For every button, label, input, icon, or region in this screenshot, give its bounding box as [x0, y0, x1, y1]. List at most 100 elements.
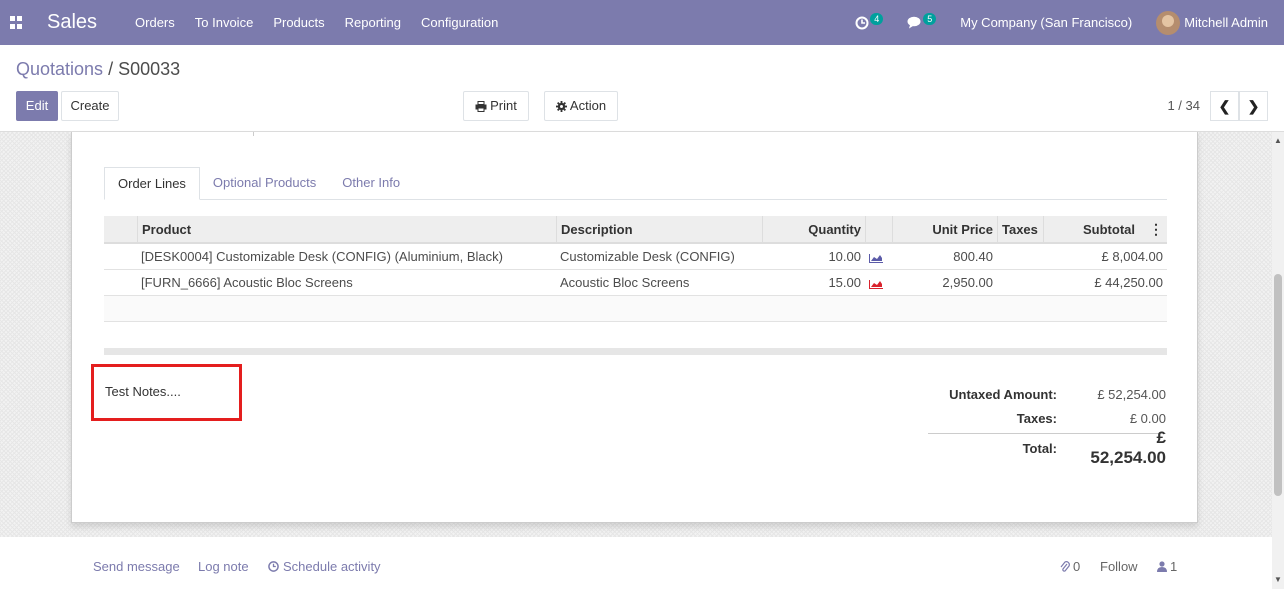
- taxes-label: Taxes:: [1016, 410, 1057, 426]
- tab-order-lines[interactable]: Order Lines: [104, 167, 200, 200]
- apps-menu-icon[interactable]: [10, 15, 24, 30]
- row-forecast[interactable]: [865, 270, 892, 295]
- column-product[interactable]: Product: [137, 216, 556, 242]
- order-totals: Untaxed Amount: £ 52,254.00 Taxes: £ 0.0…: [928, 382, 1166, 467]
- row-unit-price[interactable]: 800.40: [892, 244, 997, 269]
- breadcrumb: Quotations / S00033: [16, 59, 180, 80]
- untaxed-amount-value: £ 52,254.00: [1097, 386, 1166, 402]
- row-handle: [104, 244, 137, 269]
- table-row[interactable]: [DESK0004] Customizable Desk (CONFIG) (A…: [104, 244, 1167, 270]
- column-unit-price[interactable]: Unit Price: [892, 216, 997, 242]
- schedule-activity-label: Schedule activity: [283, 559, 381, 574]
- log-note-button[interactable]: Log note: [198, 559, 249, 574]
- print-label: Print: [490, 98, 517, 113]
- menu-configuration[interactable]: Configuration: [421, 15, 498, 30]
- row-product[interactable]: [DESK0004] Customizable Desk (CONFIG) (A…: [137, 244, 556, 269]
- app-name[interactable]: Sales: [47, 11, 97, 34]
- optional-columns-icon[interactable]: ⋮: [1149, 221, 1163, 238]
- create-button[interactable]: Create: [61, 91, 119, 121]
- breadcrumb-current: S00033: [118, 59, 181, 79]
- row-taxes[interactable]: [997, 244, 1043, 269]
- tab-optional-products[interactable]: Optional Products: [200, 167, 329, 200]
- taxes-row: Taxes: £ 0.00: [928, 406, 1166, 430]
- untaxed-amount-row: Untaxed Amount: £ 52,254.00: [928, 382, 1166, 406]
- row-quantity[interactable]: 15.00: [762, 270, 865, 295]
- attachments-count: 0: [1073, 559, 1081, 574]
- menu-products[interactable]: Products: [273, 15, 324, 30]
- action-button[interactable]: Action: [544, 91, 618, 121]
- column-forecast: [865, 216, 892, 242]
- breadcrumb-quotations[interactable]: Quotations: [16, 59, 103, 79]
- clock-icon: [855, 16, 869, 29]
- followers-button[interactable]: 1: [1157, 559, 1177, 574]
- pager-previous-button[interactable]: ❮: [1210, 91, 1239, 121]
- area-chart-icon: [869, 279, 883, 289]
- send-message-button[interactable]: Send message: [93, 559, 180, 574]
- scroll-down-icon[interactable]: ▼: [1274, 575, 1282, 584]
- row-handle: [104, 270, 137, 295]
- top-navbar: Sales Orders To Invoice Products Reporti…: [0, 0, 1284, 45]
- activity-count-badge: 4: [870, 12, 884, 25]
- user-icon: [1157, 561, 1167, 572]
- print-icon: [475, 100, 487, 112]
- untaxed-amount-label: Untaxed Amount:: [949, 386, 1057, 402]
- row-description[interactable]: Customizable Desk (CONFIG): [556, 244, 762, 269]
- row-product[interactable]: [FURN_6666] Acoustic Bloc Screens: [137, 270, 556, 295]
- user-menu[interactable]: Mitchell Admin: [1156, 10, 1268, 35]
- message-count-badge: 5: [923, 12, 937, 25]
- form-sheet: Order Lines Optional Products Other Info…: [71, 132, 1198, 523]
- print-button[interactable]: Print: [463, 91, 529, 121]
- row-description[interactable]: Acoustic Bloc Screens: [556, 270, 762, 295]
- schedule-activity-button[interactable]: Schedule activity: [268, 559, 381, 574]
- highlight-box: [91, 364, 242, 421]
- menu-to-invoice[interactable]: To Invoice: [195, 15, 254, 30]
- breadcrumb-separator: /: [108, 59, 114, 79]
- scrollbar[interactable]: ▲ ▼: [1272, 132, 1284, 589]
- control-panel: Quotations / S00033 Edit Create Print Ac…: [0, 45, 1284, 132]
- handle-column-header: [104, 216, 137, 242]
- order-lines-table: Product Description Quantity Unit Price …: [104, 216, 1167, 355]
- column-subtotal[interactable]: Subtotal ⋮: [1043, 216, 1167, 242]
- scroll-up-icon[interactable]: ▲: [1274, 136, 1282, 145]
- row-unit-price[interactable]: 2,950.00: [892, 270, 997, 295]
- paperclip-icon: [1060, 560, 1070, 572]
- total-label: Total:: [1022, 440, 1057, 456]
- row-subtotal: £ 8,004.00: [1101, 249, 1163, 264]
- row-subtotal: £ 44,250.00: [1094, 275, 1163, 290]
- pager-buttons: ❮ ❯: [1210, 91, 1268, 121]
- attachments-button[interactable]: 0: [1060, 559, 1080, 574]
- activity-menu[interactable]: 4: [855, 12, 884, 30]
- chevron-left-icon: ❮: [1218, 97, 1231, 114]
- scroll-thumb[interactable]: [1274, 274, 1282, 496]
- empty-row: [104, 296, 1167, 322]
- column-quantity[interactable]: Quantity: [762, 216, 865, 242]
- follow-button[interactable]: Follow: [1100, 559, 1138, 574]
- form-view-background: Order Lines Optional Products Other Info…: [0, 132, 1272, 537]
- table-row[interactable]: [FURN_6666] Acoustic Bloc Screens Acoust…: [104, 270, 1167, 296]
- edit-button[interactable]: Edit: [16, 91, 58, 121]
- row-taxes[interactable]: [997, 270, 1043, 295]
- column-taxes[interactable]: Taxes: [997, 216, 1043, 242]
- avatar: [1156, 10, 1181, 35]
- notebook-tabs: Order Lines Optional Products Other Info: [104, 167, 1167, 200]
- pager-next-button[interactable]: ❯: [1239, 91, 1268, 121]
- company-switcher[interactable]: My Company (San Francisco): [960, 15, 1132, 30]
- column-subtotal-label: Subtotal: [1083, 221, 1135, 237]
- column-description[interactable]: Description: [556, 216, 762, 242]
- table-header: Product Description Quantity Unit Price …: [104, 216, 1167, 244]
- comments-icon: [907, 16, 921, 29]
- clock-icon: [268, 561, 279, 572]
- gear-icon: [555, 100, 567, 112]
- row-forecast[interactable]: [865, 244, 892, 269]
- menu-orders[interactable]: Orders: [135, 15, 175, 30]
- followers-count: 1: [1170, 559, 1178, 574]
- tab-other-info[interactable]: Other Info: [329, 167, 413, 200]
- taxes-value: £ 0.00: [1129, 410, 1166, 426]
- total-value: £ 52,254.00: [1090, 428, 1166, 467]
- pager-value[interactable]: 1 / 34: [1167, 98, 1200, 113]
- action-label: Action: [569, 98, 607, 113]
- menu-reporting[interactable]: Reporting: [345, 15, 401, 30]
- table-footer: [104, 348, 1167, 355]
- row-quantity[interactable]: 10.00: [762, 244, 865, 269]
- messaging-menu[interactable]: 5: [907, 12, 937, 29]
